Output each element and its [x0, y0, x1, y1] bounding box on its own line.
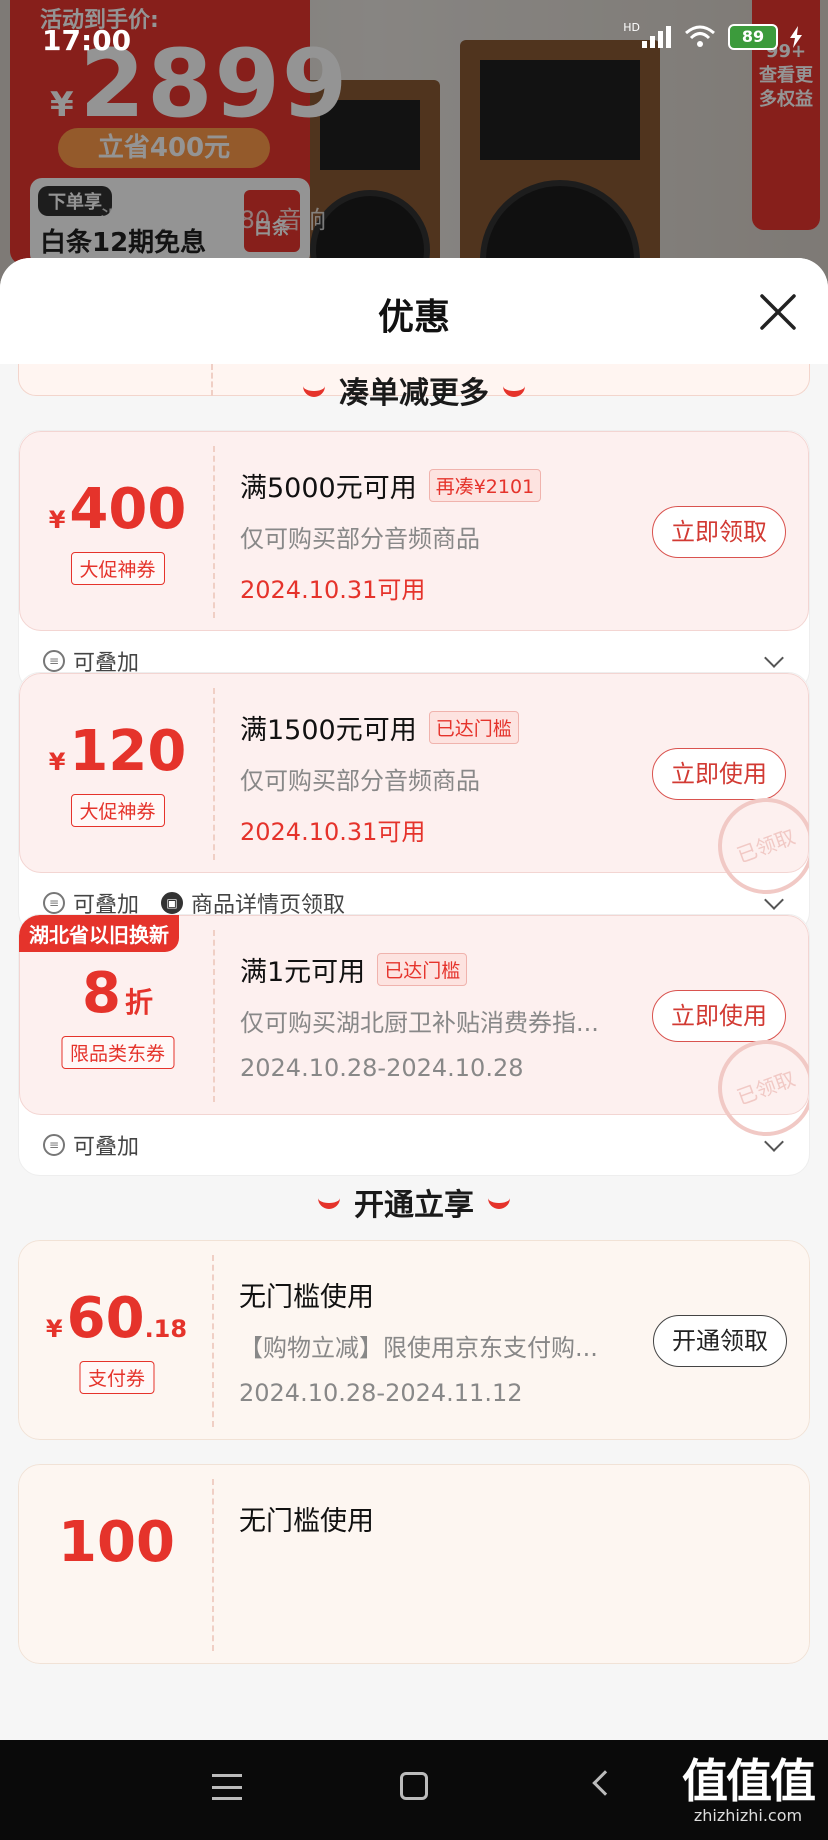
- back-icon[interactable]: [592, 1770, 618, 1796]
- coupon-condition: 满5000元可用: [240, 473, 417, 504]
- coupon-condition: 无门槛使用: [239, 1282, 374, 1313]
- coupon-amount: 8折: [82, 961, 153, 1026]
- coupon-amount: ¥400: [48, 477, 187, 542]
- coupon-scope: 【购物立减】限使用京东支付购...: [239, 1334, 598, 1362]
- use-button[interactable]: 立即使用: [652, 748, 786, 800]
- coupon-scope: 仅可购买部分音频商品: [240, 525, 480, 553]
- sheet-header: 优惠: [0, 258, 828, 364]
- home-icon[interactable]: [400, 1772, 428, 1800]
- wifi-icon: [685, 25, 715, 47]
- coupon-condition: 满1元可用: [240, 957, 366, 988]
- coupon-badge: 已达门槛: [428, 711, 519, 744]
- coupon-type: 大促神券: [70, 552, 165, 585]
- coupon-card: ¥400 大促神券 满5000元可用 再凑¥2101 仅可购买部分音频商品 202…: [18, 430, 810, 692]
- trade-in-tag: 湖北省以旧换新: [19, 915, 179, 952]
- menu-icon[interactable]: [212, 1774, 242, 1800]
- coupon-card: ¥120 大促神券 满1500元可用 已达门槛 仅可购买部分音频商品 2024.1…: [18, 672, 810, 934]
- sheet-title: 优惠: [377, 297, 450, 338]
- coupon-type: 支付券: [78, 1361, 155, 1394]
- coupon-amount: ¥60.18: [45, 1286, 188, 1351]
- system-nav-bar: 值值值 zhizhizhi.com: [0, 1740, 828, 1840]
- status-time: 17:00: [42, 24, 132, 57]
- coupon-date: 2024.10.31可用: [240, 818, 426, 846]
- coupon-badge: 已达门槛: [377, 953, 468, 986]
- stack-icon: ≡: [43, 892, 65, 914]
- section-title: 开通立享: [0, 1180, 828, 1224]
- coupon-date: 2024.10.31可用: [240, 576, 426, 604]
- use-button[interactable]: 立即使用: [652, 990, 786, 1042]
- coupon-card: ¥60.18 支付券 无门槛使用 【购物立减】限使用京东支付购... 2024.…: [18, 1240, 810, 1440]
- coupon-scope: 仅可购买部分音频商品: [240, 767, 480, 795]
- coupon-condition: 无门槛使用: [239, 1506, 374, 1537]
- stack-icon: ≡: [43, 1134, 65, 1156]
- signal-icon: [642, 26, 671, 48]
- coupon-type: 大促神券: [70, 794, 165, 827]
- watermark: 值值值 zhizhizhi.com: [682, 1754, 816, 1825]
- battery-icon: 89: [728, 24, 778, 50]
- chevron-down-icon[interactable]: [764, 890, 784, 910]
- coupon-card: 100 无门槛使用: [18, 1464, 810, 1664]
- coupon-condition: 满1500元可用: [240, 715, 417, 746]
- coupon-amount: 100: [58, 1510, 175, 1575]
- coupon-type: 限品类东券: [60, 1036, 175, 1069]
- coupon-date: 2024.10.28-2024.11.12: [239, 1379, 523, 1407]
- claim-button[interactable]: 立即领取: [652, 506, 786, 558]
- close-icon[interactable]: [758, 292, 798, 332]
- section-title: 凑单减更多: [0, 368, 828, 412]
- coupon-sheet: 优惠 凑单减更多 ¥400 大促神券 满5000元可用 再凑¥2101 仅可购买部…: [0, 258, 828, 1740]
- stackable-label: 可叠加: [73, 1135, 140, 1160]
- coupon-footer[interactable]: ≡ 可叠加: [19, 1115, 809, 1175]
- chevron-down-icon[interactable]: [764, 1132, 784, 1152]
- network-type: HD: [623, 20, 640, 34]
- stack-icon: ≡: [43, 650, 65, 672]
- coupon-source-icon: ▣: [161, 892, 184, 914]
- chevron-down-icon[interactable]: [764, 648, 784, 668]
- coupon-amount: ¥120: [48, 719, 187, 784]
- coupon-date: 2024.10.28-2024.10.28: [240, 1054, 524, 1082]
- status-bar: 17:00 HD 89: [0, 0, 828, 76]
- coupon-scope: 仅可购买湖北厨卫补贴消费券指...: [240, 1009, 599, 1037]
- activate-claim-button[interactable]: 开通领取: [653, 1315, 787, 1367]
- coupon-card: 湖北省以旧换新 8折 限品类东券 满1元可用 已达门槛 仅可购买湖北厨卫补贴消费券…: [18, 914, 810, 1176]
- coupon-badge: 再凑¥2101: [428, 469, 542, 502]
- charging-icon: [790, 26, 802, 48]
